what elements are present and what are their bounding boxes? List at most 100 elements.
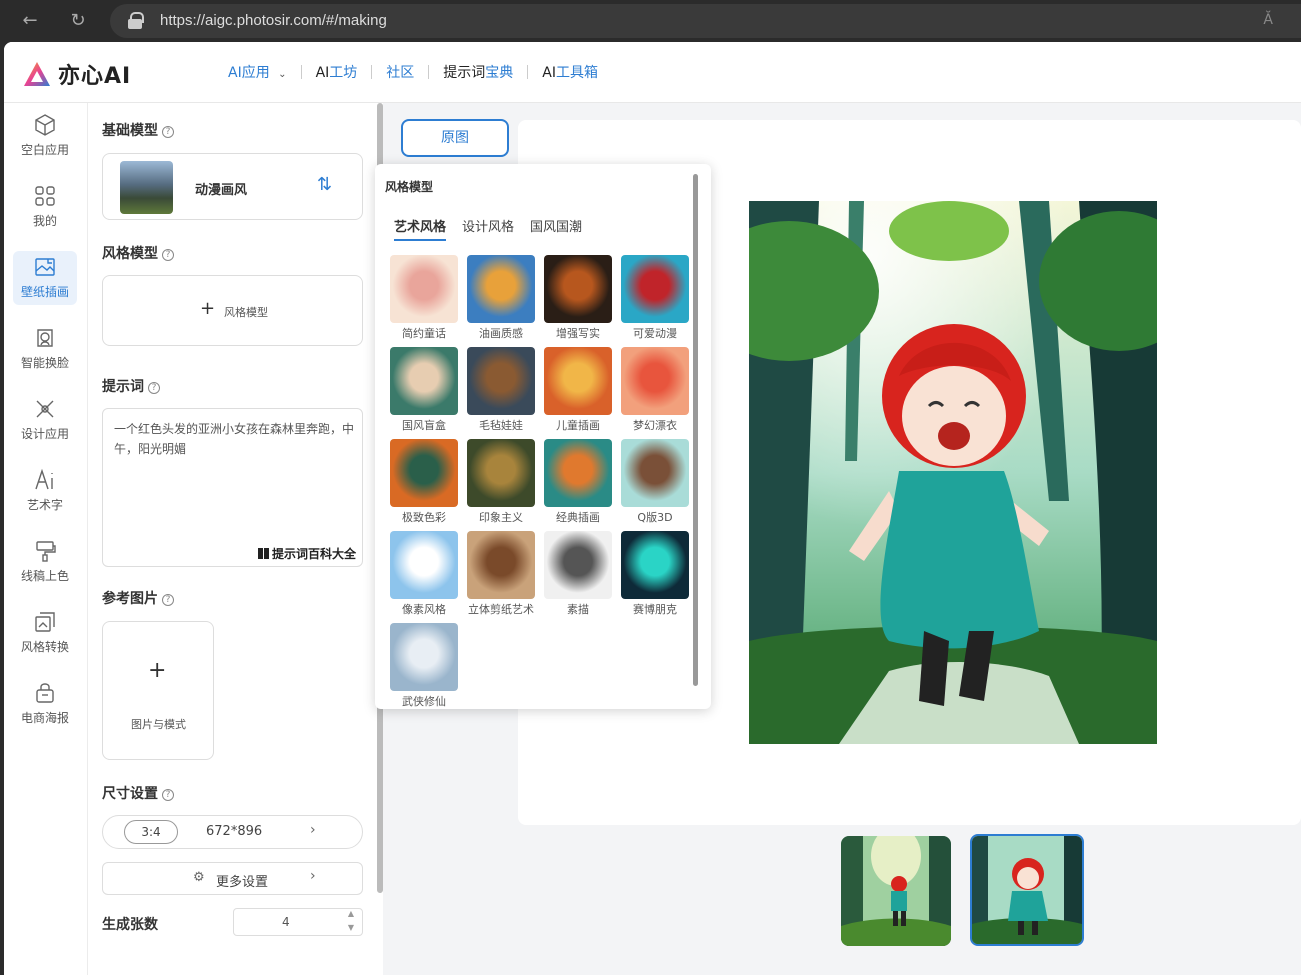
sidebar-item-ecommerce[interactable]: 电商海报: [13, 677, 77, 731]
stepper-up-icon[interactable]: ▲: [348, 909, 354, 918]
style-label: 简约童话: [402, 327, 446, 340]
sidebar-item-style-convert[interactable]: 风格转换: [13, 606, 77, 660]
stepper-down-icon[interactable]: ▼: [348, 923, 354, 932]
popup-tabs: 艺术风格 设计风格 国风国潮: [394, 216, 582, 241]
style-option[interactable]: 儿童插画: [544, 347, 612, 433]
style-label: 武侠修仙: [402, 695, 446, 708]
add-style-model-button[interactable]: + 风格模型: [102, 275, 363, 346]
nav-community[interactable]: 社区: [372, 62, 428, 82]
style-label: 素描: [567, 603, 589, 616]
tab-art-style[interactable]: 艺术风格: [394, 216, 447, 241]
more-settings-label: 更多设置: [216, 875, 269, 890]
help-icon[interactable]: ?: [162, 249, 174, 261]
style-thumbnail: [390, 531, 458, 599]
plus-icon: +: [200, 298, 216, 319]
convert-icon: [35, 612, 55, 632]
sidebar-item-wallpaper[interactable]: 壁纸插画: [13, 251, 77, 305]
ratio-pill[interactable]: 3:4: [124, 820, 178, 844]
brush-icon: [36, 541, 56, 562]
add-reference-image-button[interactable]: + 图片与模式: [102, 621, 214, 760]
logo-text: 亦心AI: [58, 64, 132, 89]
size-selector[interactable]: 3:4 672*896 ›: [102, 815, 363, 849]
prompt-textarea[interactable]: 一个红色头发的亚洲小女孩在森林里奔跑，中午，阳光明媚 提示词百科大全: [102, 408, 363, 567]
settings-panel: 基础模型? 动漫画风 ⇅ 风格模型? + 风格模型 提示词? 一个红色头发的亚洲…: [88, 103, 383, 975]
generated-image[interactable]: [749, 201, 1157, 744]
style-model-popup: 风格模型 艺术风格 设计风格 国风国潮 简约童话 油画质感 增强写实 可爱动漫 国风盲盒…: [375, 164, 711, 709]
style-thumbnail: [390, 623, 458, 691]
prompt-title: 提示词?: [102, 376, 160, 396]
more-settings-button[interactable]: ⚙ 更多设置 ›: [102, 862, 363, 895]
sidebar-item-line-color[interactable]: 线稿上色: [13, 535, 77, 589]
style-label: 毛毡娃娃: [479, 419, 523, 432]
style-option[interactable]: 立体剪纸艺术: [467, 531, 535, 617]
bag-icon: [36, 683, 54, 703]
style-thumbnail: [467, 531, 535, 599]
nav-ai-workshop[interactable]: AI工坊: [302, 62, 372, 82]
style-option[interactable]: 素描: [544, 531, 612, 617]
style-option[interactable]: 毛毡娃娃: [467, 347, 535, 433]
read-aloud-icon[interactable]: Ă: [1263, 12, 1273, 28]
design-icon: [36, 400, 54, 418]
style-option[interactable]: 可爱动漫: [621, 255, 689, 341]
swap-icon[interactable]: ⇅: [317, 174, 332, 195]
help-icon[interactable]: ?: [162, 126, 174, 138]
style-thumbnail: [621, 255, 689, 323]
style-option[interactable]: 武侠修仙: [390, 623, 458, 709]
help-icon[interactable]: ?: [162, 789, 174, 801]
style-label: 国风盲盒: [402, 419, 446, 432]
sidebar-item-label: 设计应用: [20, 427, 69, 441]
style-option[interactable]: Q版3D: [621, 439, 689, 525]
chevron-right-icon: ›: [310, 822, 316, 838]
picture-icon: [35, 258, 55, 276]
sidebar-item-face-swap[interactable]: 智能换脸: [13, 322, 77, 376]
prompt-library-link[interactable]: 提示词百科大全: [255, 545, 356, 562]
popup-scrollbar[interactable]: [693, 174, 698, 686]
style-option[interactable]: 经典插画: [544, 439, 612, 525]
nav-ai-apps[interactable]: AI应用 ⌄: [214, 62, 301, 82]
style-thumbnail: [621, 347, 689, 415]
style-option[interactable]: 赛博朋克: [621, 531, 689, 617]
base-model-card[interactable]: 动漫画风 ⇅: [102, 153, 363, 220]
original-image-button[interactable]: 原图: [401, 119, 509, 157]
help-icon[interactable]: ?: [148, 382, 160, 394]
count-stepper[interactable]: 4 ▲ ▼: [233, 908, 363, 936]
size-title: 尺寸设置?: [102, 783, 174, 803]
style-option[interactable]: 梦幻漂衣: [621, 347, 689, 433]
style-label: Q版3D: [637, 511, 673, 524]
style-thumbnail: [467, 439, 535, 507]
style-option[interactable]: 印象主义: [467, 439, 535, 525]
back-arrow-icon[interactable]: ←: [18, 9, 42, 33]
style-thumbnail: [544, 347, 612, 415]
style-label: 梦幻漂衣: [633, 419, 677, 432]
style-label: 油画质感: [479, 327, 523, 340]
sidebar-item-design[interactable]: 设计应用: [13, 393, 77, 447]
tab-design-style[interactable]: 设计风格: [462, 216, 514, 241]
count-title: 生成张数: [102, 914, 158, 934]
help-icon[interactable]: ?: [162, 594, 174, 606]
style-option[interactable]: 像素风格: [390, 531, 458, 617]
result-thumbnail-2[interactable]: [970, 834, 1084, 946]
style-option[interactable]: 增强写实: [544, 255, 612, 341]
nav-prompt-guide[interactable]: 提示词宝典: [429, 62, 527, 82]
address-bar[interactable]: https://aigc.photosir.com/#/making Ă: [110, 4, 1301, 38]
tab-chinese-style[interactable]: 国风国潮: [530, 216, 582, 241]
sidebar-item-mine[interactable]: 我的: [13, 180, 77, 234]
style-thumbnail: [621, 439, 689, 507]
reload-icon[interactable]: ↻: [66, 9, 90, 33]
base-model-name: 动漫画风: [195, 183, 248, 198]
style-option[interactable]: 极致色彩: [390, 439, 458, 525]
nav-ai-toolbox[interactable]: AI工具箱: [528, 62, 612, 82]
style-option[interactable]: 国风盲盒: [390, 347, 458, 433]
sidebar-item-label: 空白应用: [20, 143, 69, 157]
sidebar-item-art-text[interactable]: 艺术字: [13, 464, 77, 518]
sidebar-item-label: 电商海报: [20, 711, 69, 725]
lock-icon: [128, 12, 144, 29]
logo[interactable]: 亦心AI: [22, 58, 131, 90]
style-option[interactable]: 油画质感: [467, 255, 535, 341]
style-thumbnail: [544, 255, 612, 323]
style-option[interactable]: 简约童话: [390, 255, 458, 341]
nav-label: 宝典: [485, 65, 514, 81]
result-thumbnail-1[interactable]: [841, 836, 951, 946]
chevron-down-icon: ⌄: [278, 69, 287, 80]
sidebar-item-blank-app[interactable]: 空白应用: [13, 109, 77, 163]
